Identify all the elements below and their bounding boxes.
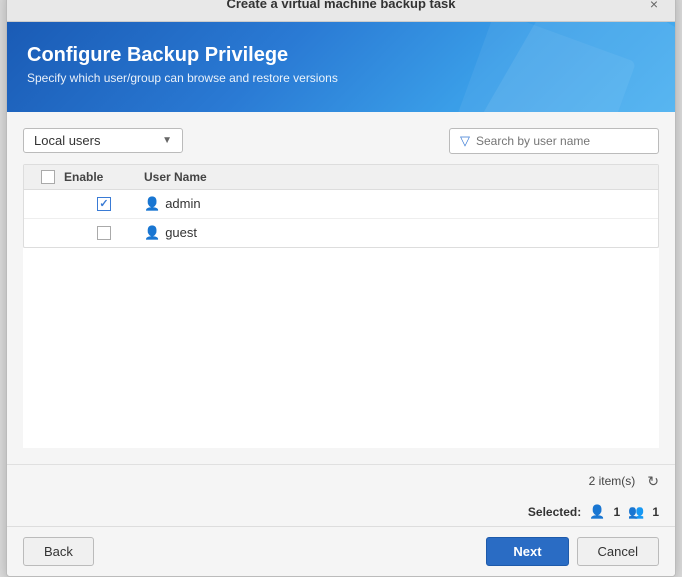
col-username-header: User Name xyxy=(144,170,650,184)
close-button[interactable]: × xyxy=(645,0,663,13)
empty-area xyxy=(23,248,659,448)
title-bar: Create a virtual machine backup task × xyxy=(7,0,675,22)
header-banner: Configure Backup Privilege Specify which… xyxy=(7,22,675,112)
select-all-cell xyxy=(32,170,64,184)
user-type-dropdown[interactable]: Local users ▼ xyxy=(23,128,183,153)
right-buttons: Next Cancel xyxy=(486,537,659,566)
search-input[interactable] xyxy=(476,134,648,148)
user-type-label: Local users xyxy=(34,133,100,148)
cancel-button[interactable]: Cancel xyxy=(577,537,659,566)
select-all-checkbox[interactable] xyxy=(41,170,55,184)
selected-label: Selected: xyxy=(528,505,581,519)
content-area: Local users ▼ ▽ Enable User Name xyxy=(7,112,675,464)
header-title: Configure Backup Privilege xyxy=(27,44,655,67)
refresh-icon[interactable]: ↻ xyxy=(647,473,659,490)
row2-enable-cell xyxy=(64,226,144,240)
checkmark-icon: ✓ xyxy=(99,197,108,210)
table-row: ✓ 👤 admin xyxy=(24,190,658,219)
row2-checkbox[interactable] xyxy=(97,226,111,240)
row1-enable-cell: ✓ xyxy=(64,197,144,211)
row2-user-cell: 👤 guest xyxy=(144,225,650,241)
selected-group-count: 1 xyxy=(652,505,659,519)
back-button[interactable]: Back xyxy=(23,537,94,566)
selected-info: Selected: 👤 1 👥 1 xyxy=(7,498,675,526)
footer-info: 2 item(s) ↻ xyxy=(7,464,675,498)
dropdown-arrow-icon: ▼ xyxy=(162,135,172,146)
search-box: ▽ xyxy=(449,128,659,154)
dialog-container: Create a virtual machine backup task × C… xyxy=(6,0,676,577)
row2-username: guest xyxy=(165,225,197,240)
row1-username: admin xyxy=(165,196,200,211)
dialog-title: Create a virtual machine backup task xyxy=(37,0,645,11)
table-header: Enable User Name xyxy=(24,165,658,190)
button-row: Back Next Cancel xyxy=(7,526,675,576)
users-table: Enable User Name ✓ 👤 admin xyxy=(23,164,659,248)
next-button[interactable]: Next xyxy=(486,537,568,566)
toolbar-row: Local users ▼ ▽ xyxy=(23,128,659,154)
table-row: 👤 guest xyxy=(24,219,658,247)
row1-checkbox[interactable]: ✓ xyxy=(97,197,111,211)
header-subtitle: Specify which user/group can browse and … xyxy=(27,71,655,85)
user-icon: 👤 xyxy=(144,196,160,212)
filter-icon: ▽ xyxy=(460,133,470,149)
item-count: 2 item(s) xyxy=(589,474,636,488)
user-count-icon: 👤 xyxy=(589,504,605,520)
user-icon: 👤 xyxy=(144,225,160,241)
row1-user-cell: 👤 admin xyxy=(144,196,650,212)
group-count-icon: 👥 xyxy=(628,504,644,520)
col-enable-header: Enable xyxy=(64,170,144,184)
selected-user-count: 1 xyxy=(613,505,620,519)
